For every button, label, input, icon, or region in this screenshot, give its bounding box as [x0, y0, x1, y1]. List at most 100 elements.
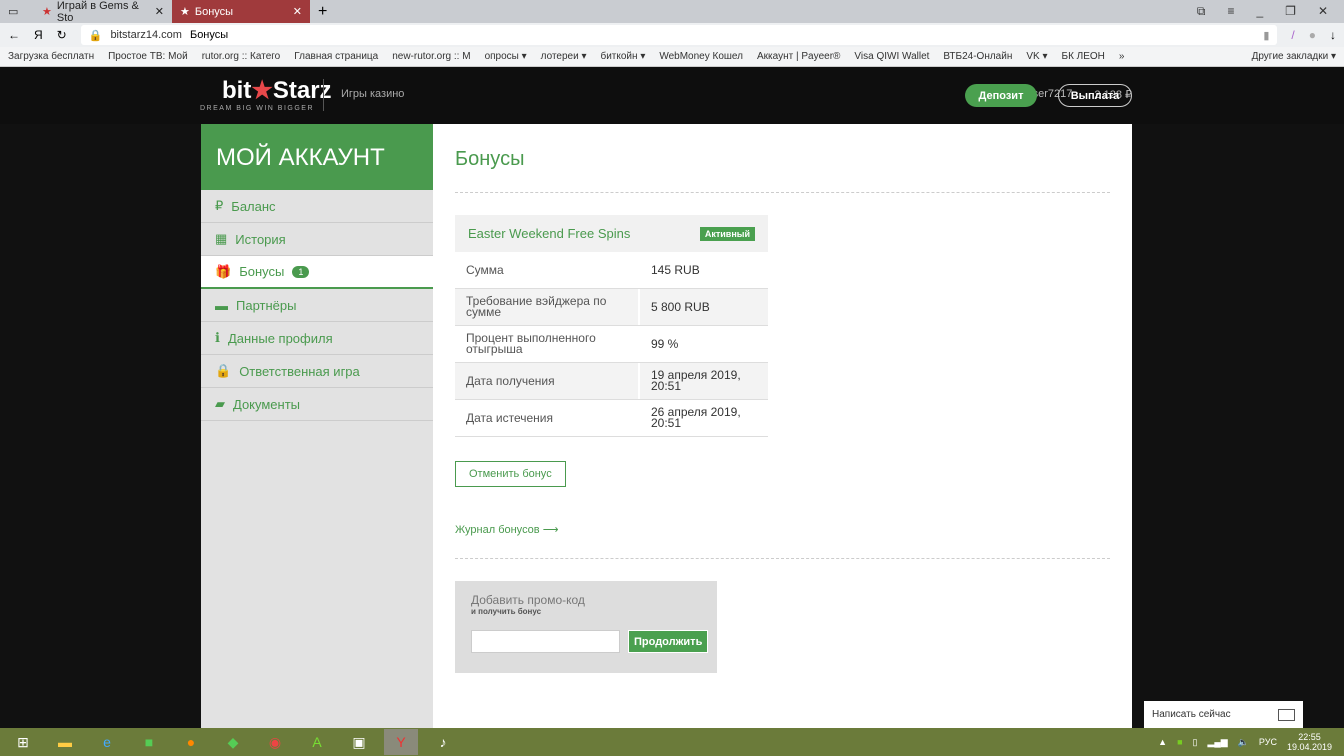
bookmark[interactable]: БК ЛЕОН: [1062, 51, 1105, 62]
star-icon: ★: [180, 6, 190, 18]
app-icon[interactable]: ♪: [426, 729, 460, 755]
bookmark[interactable]: Visa QIWI Wallet: [854, 51, 929, 62]
lock-icon: 🔒: [88, 29, 103, 42]
store-icon[interactable]: ■: [132, 729, 166, 755]
site-header: bit★Starz DREAM BIG WIN BIGGER Игры кази…: [0, 67, 1344, 124]
bookmark-manager-icon[interactable]: ⧉: [1197, 4, 1206, 19]
table-row: Процент выполненного отыгрыша 99 %: [455, 326, 768, 363]
bookmark-icon[interactable]: ▮: [1263, 29, 1269, 42]
bookmark[interactable]: лотереи ▾: [541, 51, 587, 62]
battery-icon[interactable]: ▯: [1193, 737, 1198, 748]
withdraw-button[interactable]: Выплата: [1058, 84, 1132, 107]
main-content: Бонусы Easter Weekend Free Spins Активный…: [433, 124, 1132, 728]
sidebar-item-partners[interactable]: ▬ Партнёры: [201, 289, 433, 322]
tab-sidebar-icon[interactable]: ▭: [0, 0, 34, 23]
folder-icon: ▰: [215, 396, 225, 411]
bookmark[interactable]: Главная страница: [294, 51, 378, 62]
ruble-icon: ₽: [215, 198, 224, 213]
bonus-count-badge: 1: [292, 265, 310, 278]
app-icon[interactable]: ▣: [342, 729, 376, 755]
sidebar-item-balance[interactable]: ₽ Баланс: [201, 190, 433, 223]
casino-games-link[interactable]: Игры казино: [341, 88, 404, 100]
gift-icon: 🎁: [215, 263, 232, 279]
address-bar-row: ← Я ↻ 🔒 bitstarz14.com Бонусы ▮ / ● ↓: [0, 23, 1344, 47]
bitstarz-logo[interactable]: bit★Starz DREAM BIG WIN BIGGER: [200, 76, 354, 112]
chrome-icon[interactable]: ◉: [258, 729, 292, 755]
bookmark[interactable]: Простое ТВ: Мой: [108, 51, 188, 62]
yandex-browser-icon[interactable]: Y: [384, 729, 418, 755]
close-window-button[interactable]: ✕: [1318, 4, 1328, 19]
chat-window-icon: [1278, 708, 1295, 721]
divider: [323, 79, 324, 111]
reload-icon[interactable]: ↻: [57, 28, 67, 42]
status-badge: Активный: [699, 226, 755, 241]
bookmark[interactable]: биткойн ▾: [600, 51, 645, 62]
bonus-card: Easter Weekend Free Spins Активный Сумма 1…: [455, 215, 768, 437]
bonus-name: Easter Weekend Free Spins: [468, 226, 631, 241]
deposit-button[interactable]: Депозит: [965, 84, 1037, 107]
maximize-button[interactable]: ❐: [1285, 4, 1296, 19]
more-bookmarks[interactable]: »: [1119, 51, 1125, 62]
star-icon: ★: [251, 77, 273, 104]
tab-gems[interactable]: ★ Играй в Gems & Sto ✕: [34, 0, 172, 24]
sidebar-item-documents[interactable]: ▰ Документы: [201, 388, 433, 421]
yandex-icon[interactable]: Я: [34, 28, 43, 42]
sidebar-item-profile[interactable]: ℹ Данные профиля: [201, 322, 433, 355]
volume-icon[interactable]: 🔈: [1238, 737, 1249, 748]
download-icon[interactable]: ↓: [1330, 28, 1336, 42]
calendar-icon: ▦: [215, 231, 228, 246]
bookmark[interactable]: ВТБ24-Онлайн: [943, 51, 1012, 62]
windows-start-icon[interactable]: ⊞: [6, 729, 40, 755]
promo-code-box: Добавить промо-код и получить бонус Прод…: [455, 581, 717, 673]
lock-icon: 🔒: [215, 363, 232, 378]
internet-explorer-icon[interactable]: e: [90, 729, 124, 755]
table-row: Требование вэйджера по сумме 5 800 RUB: [455, 289, 768, 326]
continue-button[interactable]: Продолжить: [628, 630, 709, 653]
minimize-button[interactable]: _: [1256, 4, 1263, 19]
clock[interactable]: 22:55 19.04.2019: [1287, 732, 1332, 752]
account-sidebar: МОЙ АККАУНТ ₽ Баланс ▦ История 🎁 Бонусы 1 ▬ П…: [201, 124, 433, 728]
tab-bonuses[interactable]: ★ Бонусы ✕: [172, 0, 310, 23]
table-row: Дата истечения 26 апреля 2019, 20:51: [455, 400, 768, 437]
other-bookmarks[interactable]: Другие закладки ▾: [1252, 51, 1336, 62]
nox-icon[interactable]: ◆: [216, 729, 250, 755]
new-tab-button[interactable]: +: [310, 3, 335, 21]
bookmark[interactable]: VK ▾: [1026, 51, 1047, 62]
firefox-icon[interactable]: ●: [174, 729, 208, 755]
nvidia-icon[interactable]: ■: [1177, 737, 1182, 747]
promo-code-input[interactable]: [471, 630, 620, 653]
browser-tabbar: ▭ ★ Играй в Gems & Sto ✕ ★ Бонусы ✕ + ⧉ ≡ _ ❐ ✕: [0, 0, 1344, 24]
close-icon[interactable]: ✕: [293, 5, 302, 18]
star-icon: ★: [42, 6, 52, 18]
pen-icon[interactable]: /: [1291, 28, 1294, 42]
taskbar: ⊞ ▬ e ■ ● ◆ ◉ A ▣ Y ♪ ▲ ■ ▯ ▂▄▆ 🔈 РУС 22…: [0, 728, 1344, 756]
app-a-icon[interactable]: A: [300, 729, 334, 755]
signal-icon[interactable]: ▂▄▆: [1207, 737, 1227, 748]
table-row: Сумма 145 RUB: [455, 252, 768, 289]
cancel-bonus-button[interactable]: Отменить бонус: [455, 461, 566, 487]
table-row: Дата получения 19 апреля 2019, 20:51: [455, 363, 768, 400]
close-icon[interactable]: ✕: [155, 5, 164, 18]
globe-icon[interactable]: ●: [1309, 28, 1316, 42]
file-explorer-icon[interactable]: ▬: [48, 729, 82, 755]
back-icon[interactable]: ←: [8, 28, 20, 42]
chat-widget[interactable]: Написать сейчас: [1144, 701, 1303, 728]
tray-arrow-icon[interactable]: ▲: [1158, 737, 1167, 747]
sidebar-item-history[interactable]: ▦ История: [201, 223, 433, 256]
sidebar-item-bonuses[interactable]: 🎁 Бонусы 1: [201, 256, 433, 289]
url-field[interactable]: 🔒 bitstarz14.com Бонусы ▮: [80, 25, 1278, 45]
account-page: МОЙ АККАУНТ ₽ Баланс ▦ История 🎁 Бонусы 1 ▬ П…: [201, 124, 1132, 728]
bookmark[interactable]: WebMoney Кошел: [659, 51, 743, 62]
bookmark[interactable]: Аккаунт | Payeer®: [757, 51, 840, 62]
language-indicator[interactable]: РУС: [1259, 737, 1277, 747]
sidebar-item-responsible-gaming[interactable]: 🔒 Ответственная игра: [201, 355, 433, 388]
bonus-journal-link[interactable]: Журнал бонусов ⟶: [455, 524, 558, 536]
bookmark[interactable]: new-rutor.org :: М: [392, 51, 470, 62]
bookmark[interactable]: опросы ▾: [485, 51, 527, 62]
bookmark[interactable]: Загрузка бесплатн: [8, 51, 94, 62]
sidebar-title: МОЙ АККАУНТ: [201, 124, 433, 190]
info-icon: ℹ: [215, 330, 220, 345]
menu-icon[interactable]: ≡: [1227, 4, 1234, 19]
bookmarks-bar: Загрузка бесплатн Простое ТВ: Мой rutor.…: [0, 47, 1344, 67]
bookmark[interactable]: rutor.org :: Катего: [202, 51, 281, 62]
